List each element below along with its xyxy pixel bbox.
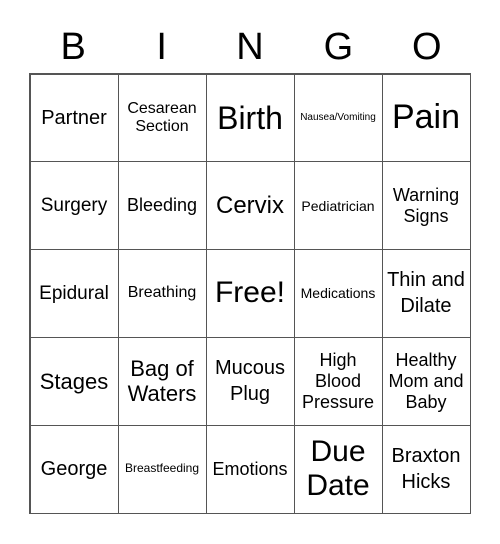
bingo-header: B I N G O	[29, 22, 471, 72]
bingo-cell[interactable]: Cervix	[205, 161, 295, 251]
bingo-cell[interactable]: Pediatrician	[293, 161, 383, 251]
bingo-cell[interactable]: High Blood Pressure	[293, 336, 383, 426]
bingo-cell[interactable]: Thin and Dilate	[381, 249, 471, 338]
bingo-cell[interactable]: Epidural	[29, 249, 119, 338]
header-letter-i: I	[156, 26, 167, 68]
bingo-cell[interactable]: Emotions	[205, 424, 295, 514]
bingo-cell[interactable]: George	[29, 424, 119, 514]
bingo-cell[interactable]: Surgery	[29, 161, 119, 251]
bingo-cell[interactable]: Mucous Plug	[205, 336, 295, 426]
bingo-cell[interactable]: Cesarean Section	[117, 73, 207, 163]
header-letter-n: N	[236, 26, 264, 68]
bingo-cell[interactable]: Bag of Waters	[117, 336, 207, 426]
bingo-cell[interactable]: Bleeding	[117, 161, 207, 251]
bingo-cell[interactable]: Nausea/Vomiting	[293, 73, 383, 163]
header-letter-o: O	[412, 26, 442, 68]
header-letter-g: G	[323, 26, 354, 68]
bingo-cell[interactable]: Braxton Hicks	[381, 424, 471, 514]
bingo-cell[interactable]: Pain	[381, 73, 471, 163]
bingo-cell[interactable]: Stages	[29, 336, 119, 426]
header-letter-b: B	[60, 26, 86, 68]
bingo-cell[interactable]: Medications	[293, 249, 383, 338]
bingo-cell[interactable]: Breastfeeding	[117, 424, 207, 514]
bingo-cell[interactable]: Partner	[29, 73, 119, 163]
bingo-cell[interactable]: Due Date	[293, 424, 383, 514]
bingo-cell[interactable]: Healthy Mom and Baby	[381, 336, 471, 426]
bingo-cell[interactable]: Warning Signs	[381, 161, 471, 251]
bingo-cell[interactable]: Breathing	[117, 249, 207, 338]
free-space[interactable]: Free!	[205, 249, 295, 338]
bingo-grid: Partner Cesarean Section Birth Nausea/Vo…	[29, 73, 471, 514]
bingo-cell[interactable]: Birth	[205, 73, 295, 163]
